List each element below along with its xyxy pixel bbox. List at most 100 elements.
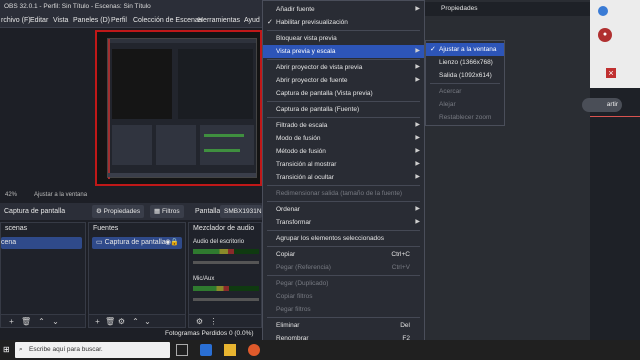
profile-icon[interactable]: ● [598,28,612,42]
source-toolbar: Captura de pantalla ⚙ Propiedades ▦ Filt… [0,203,262,220]
menu-item-label: Copiar filtros [276,293,313,300]
captured-titlebar [108,39,256,43]
file-explorer-icon[interactable] [224,344,236,356]
submenu-item[interactable]: Salida (1092x614) [426,69,504,82]
source-item[interactable]: ▭ Captura de pantalla ◉ 🔒 [92,237,182,249]
context-menu-item[interactable]: Transición al mostrar ▶ [263,158,424,171]
menu-tools[interactable]: Herramientas [198,13,240,28]
preview-canvas[interactable] [95,30,262,186]
move-up-icon[interactable]: ⌃ [131,317,140,326]
menu-edit[interactable]: Editar [30,13,48,28]
captured-scenes [112,125,152,165]
context-menu-item[interactable]: Transición al ocultar ▶ [263,171,424,184]
shortcut-label: Del [400,322,410,329]
captured-screen-image [107,38,257,179]
scenes-header: scenas [5,225,28,232]
submenu-item: Alejar [426,98,504,111]
context-menu-item[interactable]: Ordenar ▶ [263,203,424,216]
menu-item-label: Pegar (Referencia) [276,264,331,271]
submenu-arrow-icon: ▶ [415,6,420,12]
menu-item-label: Captura de pantalla (Fuente) [276,106,360,113]
menu-item-label: Habilitar previsualización [276,19,348,26]
submenu-item[interactable]: ✓ Ajustar a la ventana [426,43,504,56]
filters-button[interactable]: ▦ Filtros [150,205,184,218]
menu-help[interactable]: Ayud [244,13,260,28]
mixer-header: Mezclador de audio [193,225,255,232]
lock-icon[interactable]: 🔒 [170,237,179,249]
add-icon[interactable]: + [93,317,102,326]
context-menu-item[interactable]: Vista previa y escala ▶ [263,45,424,58]
menu-item-label: Copiar [276,251,296,258]
more-icon[interactable]: ⋮ [209,317,218,326]
taskbar-search[interactable]: ⌕ Escribe aquí para buscar. [15,342,170,358]
menu-docks[interactable]: Paneles (D) [73,13,110,28]
captured-meter [204,149,240,152]
move-down-icon[interactable]: ⌄ [51,317,60,326]
context-menu-item[interactable]: Captura de pantalla (Vista previa) [263,87,424,100]
captured-preview [112,49,172,119]
menu-file[interactable]: rchivo (F) [1,13,31,28]
context-menu-item[interactable]: Transformar ▶ [263,216,424,229]
menu-item-label: Abrir proyector de fuente [276,77,348,84]
move-down-icon[interactable]: ⌄ [143,317,152,326]
submenu-arrow-icon: ▶ [415,174,420,180]
context-menu-item[interactable]: Abrir proyector de fuente ▶ [263,74,424,87]
close-icon[interactable]: × [606,68,616,78]
context-menu-item[interactable]: Método de fusión ▶ [263,145,424,158]
filters-label: Filtros [161,208,180,215]
submenu-arrow-icon: ▶ [415,135,420,141]
submenu-item-label: Acercar [439,88,462,95]
menu-scene-collection[interactable]: Colección de Escenas [133,13,202,28]
scene-item[interactable]: cena [1,237,82,249]
captured-border [108,39,110,179]
gear-icon[interactable]: ⚙ [195,317,204,326]
audio-mixer-dock: Mezclador de audio Audio del escritorio … [188,222,262,328]
gear-icon[interactable]: ⚙ [117,317,126,326]
edge-icon[interactable] [200,344,212,356]
move-up-icon[interactable]: ⌃ [37,317,46,326]
chrome-icon[interactable] [248,344,260,356]
browser-icon[interactable] [598,6,608,16]
scale-submenu: ✓ Ajustar a la ventana Lienzo (1366x768) Sa… [425,40,505,126]
context-menu-item: Redimensionar salida (tamaño de la fuent… [263,187,424,200]
divider [590,116,640,117]
menu-separator [267,317,420,318]
add-icon[interactable]: + [7,317,16,326]
context-menu-item[interactable]: Copiar Ctrl+C [263,248,424,261]
remove-icon[interactable]: 🗑 [21,317,31,326]
windows-start-icon[interactable]: ⊞ [3,345,12,354]
submenu-item[interactable]: Lienzo (1366x768) [426,56,504,69]
taskbar: ⊞ ⌕ Escribe aquí para buscar. [0,340,640,360]
context-menu-item[interactable]: Abrir proyector de vista previa ▶ [263,61,424,74]
menu-separator [267,275,420,276]
properties-button[interactable]: ⚙ Propiedades [92,205,145,218]
menu-view[interactable]: Vista [53,13,68,28]
task-view-icon[interactable] [176,344,188,356]
context-menu-item[interactable]: ✓ Habilitar previsualización [263,16,424,29]
context-menu-item[interactable]: Eliminar Del [263,319,424,332]
context-menu-item[interactable]: Bloquear vista previa [263,32,424,45]
menu-separator [267,246,420,247]
menu-item-label: Pegar filtros [276,306,311,313]
volume-slider[interactable] [193,298,259,301]
menu-item-label: Pegar (Duplicado) [276,280,329,287]
menu-item-label: Transición al mostrar [276,161,337,168]
captured-mixer [200,125,254,165]
menu-item-label: Transformar [276,219,312,226]
properties-panel-label: Propiedades [425,2,590,16]
submenu-arrow-icon: ▶ [415,148,420,154]
context-menu-item[interactable]: Filtrado de escala ▶ [263,119,424,132]
scale-mode: Ajustar a la ventana [34,192,88,198]
display-select[interactable]: SMBX1931N [220,205,262,218]
menu-profile[interactable]: Perfil [111,13,127,28]
remove-icon[interactable]: 🗑 [105,317,115,326]
submenu-arrow-icon: ▶ [415,206,420,212]
context-menu-item[interactable]: Añadir fuente ▶ [263,3,424,16]
context-menu-item[interactable]: Modo de fusión ▶ [263,132,424,145]
share-button[interactable]: artir [582,98,622,112]
context-menu-item[interactable]: Agrupar los elementos seleccionados [263,232,424,245]
volume-slider[interactable] [193,261,259,264]
context-menu-item[interactable]: Captura de pantalla (Fuente) [263,103,424,116]
submenu-arrow-icon: ▶ [415,161,420,167]
context-menu-item: Pegar filtros [263,303,424,316]
